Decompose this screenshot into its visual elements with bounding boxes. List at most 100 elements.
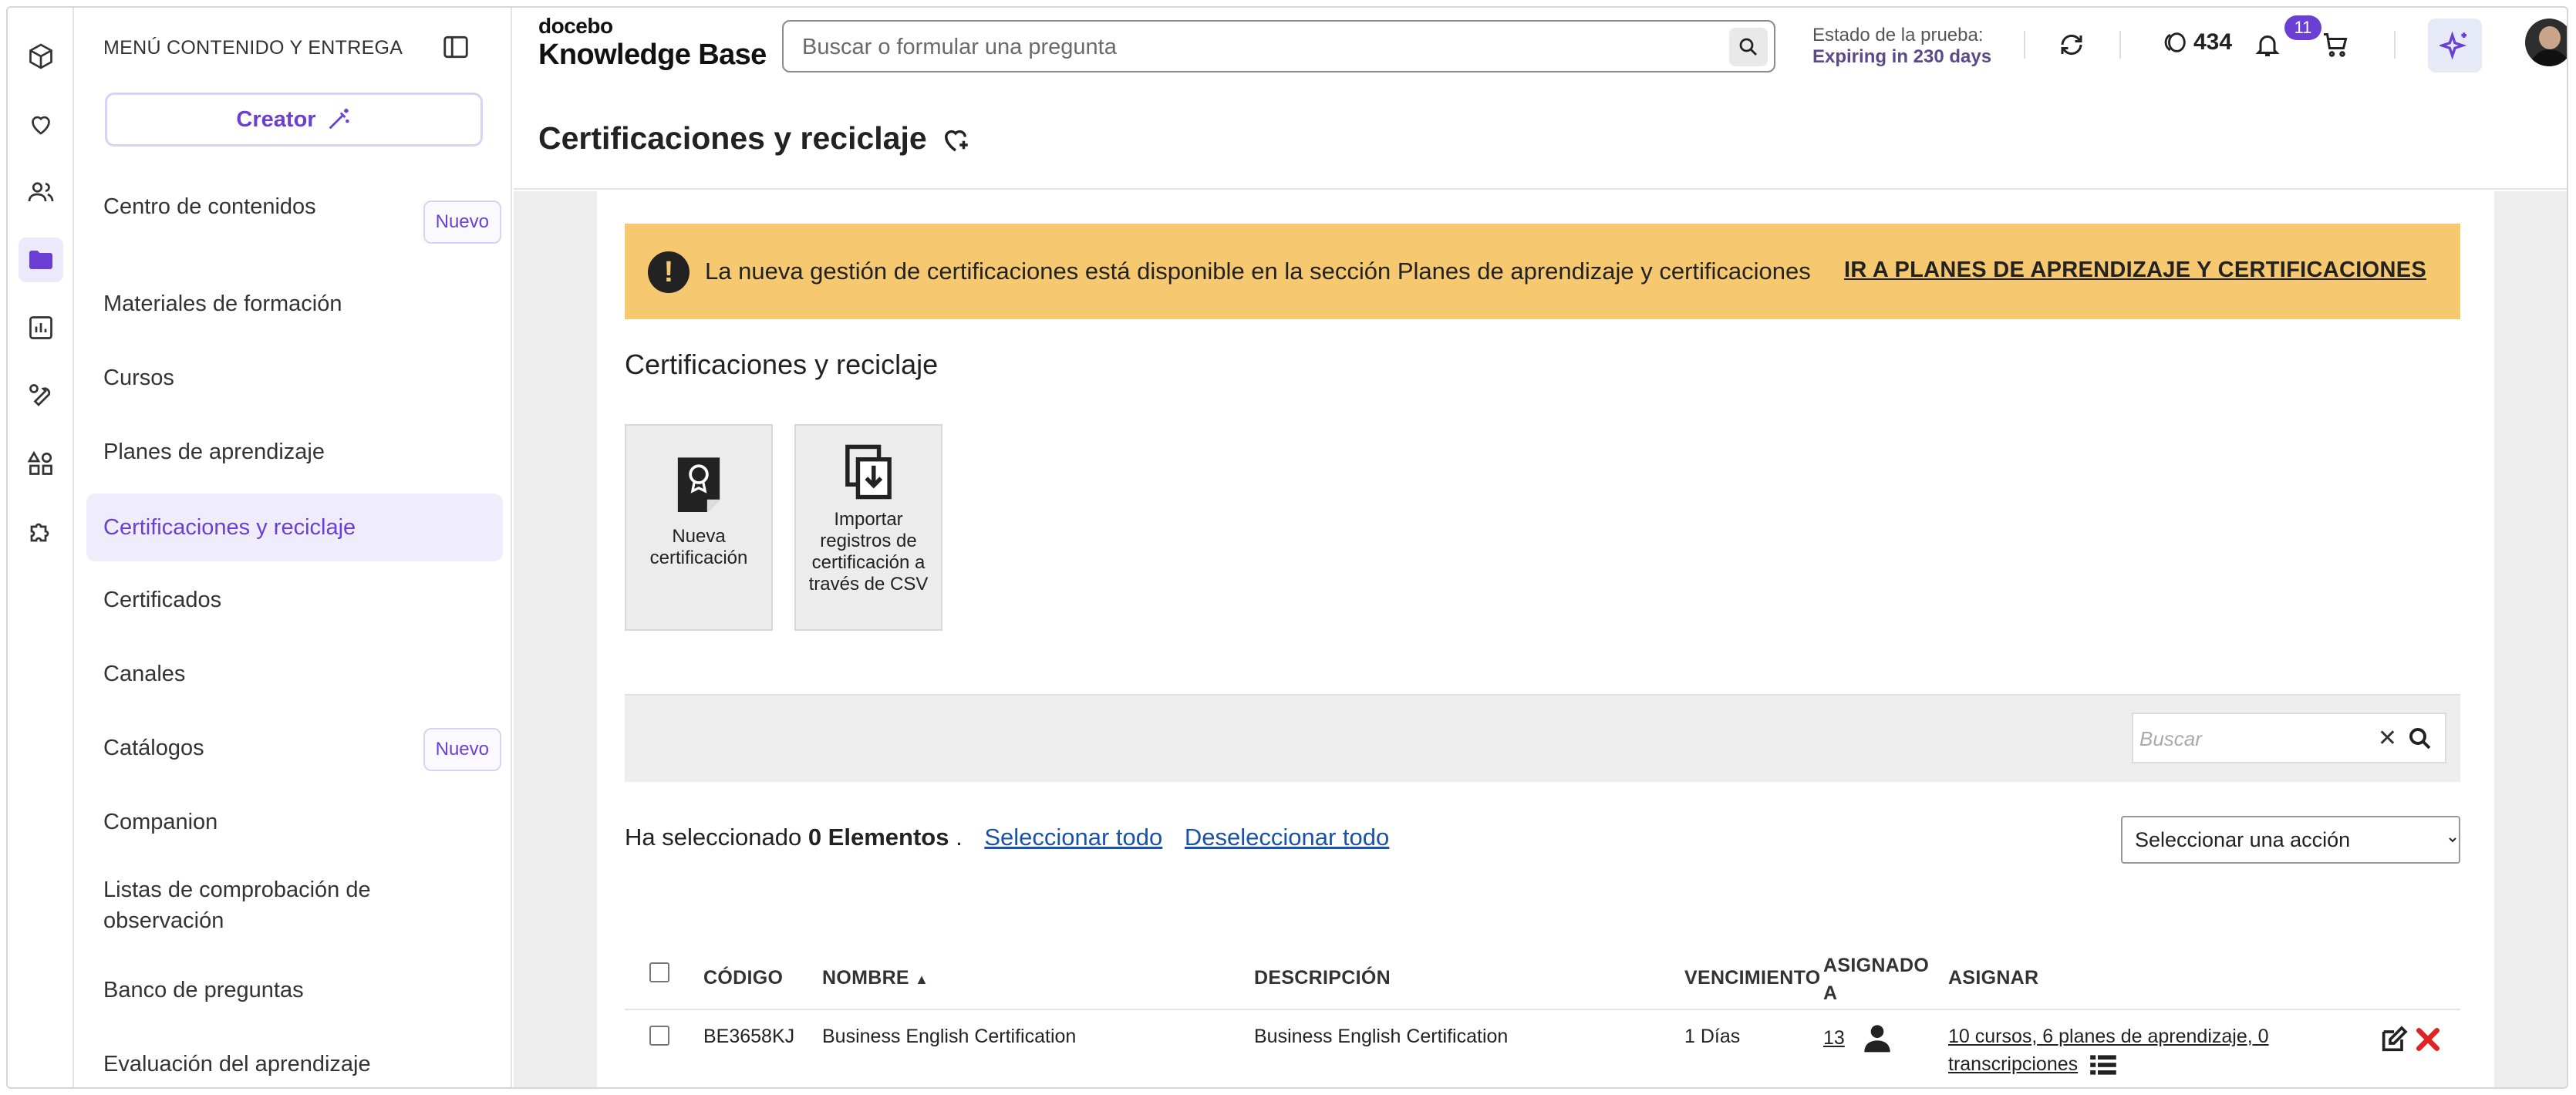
selection-suffix: . xyxy=(956,824,963,851)
filter-bar: ✕ xyxy=(625,694,2460,782)
cart-icon[interactable] xyxy=(2318,28,2352,62)
sidebar-item-cursos[interactable]: Cursos xyxy=(103,362,520,393)
sparkles-icon xyxy=(2439,31,2467,60)
divider xyxy=(2394,31,2396,59)
top-bar: docebo Knowledge Base Estado de la prueb… xyxy=(514,8,2567,190)
selection-count: 0 Elementos xyxy=(808,824,949,851)
alert-text: La nueva gestión de certificaciones está… xyxy=(705,258,1811,285)
sidebar-item-canales[interactable]: Canales xyxy=(103,659,520,689)
report-icon[interactable] xyxy=(19,305,63,350)
sidebar-header: MENÚ CONTENIDO Y ENTREGA xyxy=(103,37,403,59)
col-name-label: NOMBRE xyxy=(822,967,909,989)
sidebar-item-materiales[interactable]: Materiales de formación xyxy=(103,288,520,319)
global-search xyxy=(782,20,1775,72)
new-badge: Nuevo xyxy=(423,728,501,771)
table-search-input[interactable] xyxy=(2139,726,2371,751)
divider xyxy=(2024,31,2025,59)
new-certification-tile[interactable]: Nueva certificación xyxy=(625,424,773,631)
cell-assign: 10 cursos, 6 planes de aprendizaje, 0 tr… xyxy=(1948,1023,2311,1078)
search-input[interactable] xyxy=(802,31,1697,63)
coins-value: 434 xyxy=(2193,29,2233,55)
bell-icon[interactable] xyxy=(2251,28,2284,62)
divider xyxy=(2119,31,2121,59)
import-icon xyxy=(845,444,892,500)
wrench-icon[interactable] xyxy=(19,373,63,418)
cell-code: BE3658KJ xyxy=(703,1026,795,1047)
coins-counter[interactable]: 434 xyxy=(2163,29,2232,56)
bulk-action-select[interactable]: Seleccionar una acción xyxy=(2121,816,2460,864)
cube-icon[interactable] xyxy=(19,34,63,79)
creator-button[interactable]: Creator xyxy=(105,93,483,147)
table-divider xyxy=(625,1009,2460,1010)
go-to-learning-plans-link[interactable]: IR A PLANES DE APRENDIZAJE Y CERTIFICACI… xyxy=(1844,258,2426,283)
magic-wand-icon xyxy=(329,108,349,130)
sidebar-item-certificados[interactable]: Certificados xyxy=(103,585,520,615)
row-checkbox[interactable] xyxy=(649,1026,669,1046)
delete-icon[interactable] xyxy=(2412,1024,2443,1055)
import-csv-tile[interactable]: Importar registros de certificación a tr… xyxy=(794,424,942,631)
coins-icon xyxy=(2164,32,2186,52)
sidebar-item-planes[interactable]: Planes de aprendizaje xyxy=(103,436,520,467)
alert-exclamation-icon: ! xyxy=(648,251,690,293)
cell-assigned: 13 xyxy=(1823,1023,1893,1053)
sort-asc-icon: ▲ xyxy=(915,972,929,987)
col-expiry[interactable]: VENCIMIENTO xyxy=(1684,964,1820,992)
user-icon[interactable] xyxy=(1862,1023,1893,1053)
sidebar-item-certificaciones[interactable]: Certificaciones y reciclaje xyxy=(86,494,503,561)
logo-knowledge-base[interactable]: Knowledge Base xyxy=(538,39,767,72)
content-panel: ! La nueva gestión de certificaciones es… xyxy=(597,191,2494,1087)
page-title: Certificaciones y reciclaje xyxy=(538,120,927,156)
sidebar-item-catalogos[interactable]: Catálogos Nuevo xyxy=(103,728,520,771)
avatar[interactable] xyxy=(2525,19,2567,66)
puzzle-icon[interactable] xyxy=(19,509,63,554)
sidebar-item-label: Centro de contenidos xyxy=(103,194,316,219)
collapse-sidebar-icon[interactable] xyxy=(441,32,470,62)
sidebar: MENÚ CONTENIDO Y ENTREGA Creator Centro … xyxy=(76,8,512,1087)
deselect-all-link[interactable]: Deseleccionar todo xyxy=(1185,824,1389,851)
list-icon[interactable] xyxy=(2089,1054,2117,1076)
search-icon[interactable] xyxy=(1729,28,1768,66)
cell-expiry: 1 Días xyxy=(1684,1026,1741,1047)
select-all-checkbox[interactable] xyxy=(649,962,669,982)
col-name[interactable]: NOMBRE ▲ xyxy=(822,964,929,993)
sidebar-item-banco[interactable]: Banco de preguntas xyxy=(103,975,520,1006)
clear-icon[interactable]: ✕ xyxy=(2378,725,2397,752)
sidebar-item-listas[interactable]: Listas de comprobación de observación xyxy=(103,874,412,936)
col-code[interactable]: CÓDIGO xyxy=(703,964,783,992)
col-assign[interactable]: ASIGNAR xyxy=(1948,964,2038,992)
table-search: ✕ xyxy=(2132,713,2446,763)
notification-badge: 11 xyxy=(2284,15,2321,40)
sidebar-item-companion[interactable]: Companion xyxy=(103,807,520,837)
sidebar-item-centro-de-contenidos[interactable]: Centro de contenidos Nuevo xyxy=(103,191,520,244)
sidebar-item-evaluacion[interactable]: Evaluación del aprendizaje xyxy=(103,1049,520,1080)
tile-label: Importar registros de certificación a tr… xyxy=(808,509,929,595)
favorite-add-icon[interactable] xyxy=(939,123,972,156)
trial-value: Expiring in 230 days xyxy=(1812,46,1992,67)
trial-label: Estado de la prueba: xyxy=(1812,25,1984,45)
col-description[interactable]: DESCRIPCIÓN xyxy=(1254,964,1391,992)
creator-label: Creator xyxy=(236,106,316,132)
section-title: Certificaciones y reciclaje xyxy=(625,349,939,380)
selection-summary: Ha seleccionado 0 Elementos . Selecciona… xyxy=(625,824,1389,851)
heart-icon[interactable] xyxy=(19,102,63,147)
search-icon[interactable] xyxy=(2406,725,2434,753)
apps-icon[interactable] xyxy=(19,441,63,486)
edit-icon[interactable] xyxy=(2379,1024,2409,1055)
folder-icon[interactable] xyxy=(19,238,63,282)
app-window: MENÚ CONTENIDO Y ENTREGA Creator Centro … xyxy=(6,6,2568,1089)
tile-label: Nueva certificación xyxy=(649,526,748,568)
sidebar-item-label: Catálogos xyxy=(103,736,204,760)
sync-icon[interactable] xyxy=(2055,28,2089,62)
select-all-link[interactable]: Seleccionar todo xyxy=(984,824,1162,851)
ai-assistant-button[interactable] xyxy=(2428,19,2482,72)
certificate-icon xyxy=(677,457,720,512)
col-assigned-to[interactable]: ASIGNADO A xyxy=(1823,952,1931,1007)
new-badge: Nuevo xyxy=(423,200,501,244)
logo-docebo[interactable]: docebo xyxy=(538,14,613,39)
users-icon[interactable] xyxy=(19,170,63,214)
assigned-users-link[interactable]: 13 xyxy=(1823,1024,1845,1052)
selection-prefix: Ha seleccionado xyxy=(625,824,802,851)
cell-description: Business English Certification xyxy=(1254,1026,1509,1047)
cell-name[interactable]: Business English Certification xyxy=(822,1023,1076,1050)
icon-rail xyxy=(8,8,74,1087)
